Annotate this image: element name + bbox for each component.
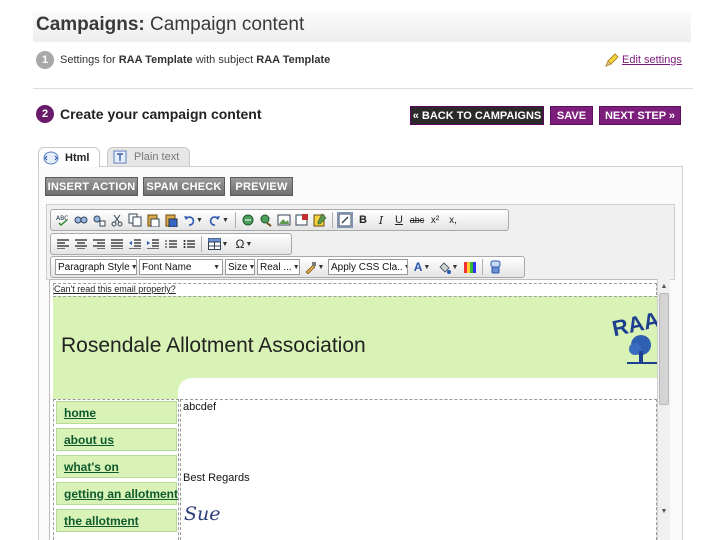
color-palette-icon[interactable] (462, 259, 478, 275)
body-text-regards: Best Regards (183, 472, 250, 484)
nav-item-about-us[interactable]: about us (56, 428, 177, 451)
find-replace-icon[interactable] (91, 212, 107, 228)
superscript-button[interactable]: x² (427, 212, 443, 228)
signature: Sue (184, 503, 221, 525)
real-select[interactable]: Real ... ▼ (257, 259, 300, 275)
next-step-button[interactable]: NEXT STEP » (599, 106, 681, 125)
save-button[interactable]: SAVE (550, 106, 593, 125)
paste-icon[interactable] (145, 212, 161, 228)
pencil-icon (605, 53, 619, 67)
raa-logo: RAA (610, 307, 659, 364)
preview-button[interactable]: PREVIEW (230, 177, 293, 196)
nav-item-home[interactable]: home (56, 401, 177, 424)
css-class-select[interactable]: Apply CSS Cla..▼ (328, 259, 408, 275)
nav-item-getting-an-allotment[interactable]: getting an allotment (56, 482, 178, 505)
paragraph-style-select[interactable]: Paragraph Style ▼ (55, 259, 137, 275)
html-tab-icon (43, 151, 59, 164)
plain-text-tab-icon (113, 150, 127, 164)
omega-icon: Ω (235, 237, 245, 251)
undo-icon[interactable]: ▼ (181, 212, 205, 228)
align-left-icon[interactable] (55, 236, 71, 252)
back-to-campaigns-button[interactable]: « BACK TO CAMPAIGNS (410, 106, 544, 125)
bullet-list-icon[interactable] (181, 236, 197, 252)
step-2-title: Create your campaign content (60, 106, 262, 122)
spam-check-button[interactable]: SPAM CHECK (143, 177, 225, 196)
anchor-icon[interactable] (258, 212, 274, 228)
step-number-1: 1 (36, 51, 54, 69)
edit-settings-link[interactable]: Edit settings (604, 52, 682, 68)
spellcheck-icon[interactable]: ABC (55, 212, 71, 228)
media-icon[interactable] (294, 212, 310, 228)
tab-html-label: Html (65, 151, 90, 164)
tab-plain-text[interactable]: Plain text (107, 147, 191, 166)
content-scrollbar[interactable]: ▲ ▼ (657, 279, 670, 540)
toolbar-separator (235, 212, 236, 228)
paste-word-icon[interactable] (163, 212, 179, 228)
strikethrough-button[interactable]: abc (409, 212, 425, 228)
table-icon[interactable]: ▼ (206, 236, 230, 252)
step-number-2: 2 (36, 105, 54, 123)
font-size-select[interactable]: Size ▼ (225, 259, 255, 275)
toolbar-row-1: ABC ▼ ▼ B I U abc x² x, (50, 209, 509, 231)
numbered-list-icon[interactable] (163, 236, 179, 252)
step-2-create: 2 Create your campaign content (36, 105, 262, 123)
body-text-line-1: abcdef (183, 401, 217, 413)
copy-icon[interactable] (127, 212, 143, 228)
nav-item-whats-on[interactable]: what's on (56, 455, 177, 478)
toolbar-separator (332, 212, 333, 228)
toolbar-row-3: Paragraph Style ▼ Font Name ▼ Size ▼ Real .… (50, 256, 525, 278)
svg-text:RAA: RAA (610, 307, 659, 341)
tab-html[interactable]: Html (38, 147, 101, 167)
campaign-content-page: Campaigns: Campaign content 1 Settings f… (0, 0, 720, 540)
source-code-icon[interactable] (337, 212, 353, 228)
justify-icon[interactable] (109, 236, 125, 252)
font-color-button[interactable]: A ▼ (410, 259, 434, 275)
content-curve (178, 378, 657, 400)
image-icon[interactable] (276, 212, 292, 228)
toolbar-separator (201, 236, 202, 252)
association-name: Rosendale Allotment Association (61, 334, 366, 357)
insert-action-button[interactable]: INSERT ACTION (45, 177, 138, 196)
italic-button[interactable]: I (373, 212, 389, 228)
template-icon[interactable] (312, 212, 328, 228)
tab-plain-text-label: Plain text (134, 151, 180, 163)
toolbar-separator (482, 259, 483, 275)
link-icon[interactable] (240, 212, 256, 228)
indent-icon[interactable] (145, 236, 161, 252)
cant-read-link[interactable]: Can't read this email properly? (54, 284, 176, 294)
scroll-up-icon[interactable]: ▲ (658, 280, 670, 292)
scroll-down-icon[interactable]: ▼ (658, 505, 670, 517)
underline-button[interactable]: U (391, 212, 407, 228)
divider (33, 88, 693, 89)
step-1-settings: 1 Settings for RAA Template with subject… (36, 51, 330, 69)
align-center-icon[interactable] (73, 236, 89, 252)
nav-item-the-allotment[interactable]: the allotment (56, 509, 177, 532)
subscript-button[interactable]: x, (445, 212, 461, 228)
font-name-select[interactable]: Font Name ▼ (139, 259, 223, 275)
step-1-text: Settings for RAA Template with subject R… (60, 54, 331, 66)
find-icon[interactable] (73, 212, 89, 228)
format-painter-icon[interactable]: ▼ (302, 259, 326, 275)
align-right-icon[interactable] (91, 236, 107, 252)
page-title: Campaigns: Campaign content (36, 14, 305, 35)
email-body-column[interactable] (180, 399, 657, 540)
scroll-thumb[interactable] (659, 293, 669, 405)
redo-icon[interactable]: ▼ (207, 212, 231, 228)
highlight-color-icon[interactable]: ▼ (436, 259, 460, 275)
toolbar-row-2: ▼ Ω ▼ (50, 233, 292, 255)
cut-icon[interactable] (109, 212, 125, 228)
edit-settings-label: Edit settings (622, 54, 682, 66)
bold-button[interactable]: B (355, 212, 371, 228)
outdent-icon[interactable] (127, 236, 143, 252)
special-char-button[interactable]: Ω ▼ (232, 236, 256, 252)
font-color-icon: A (413, 260, 423, 274)
merge-field-icon[interactable] (487, 259, 503, 275)
